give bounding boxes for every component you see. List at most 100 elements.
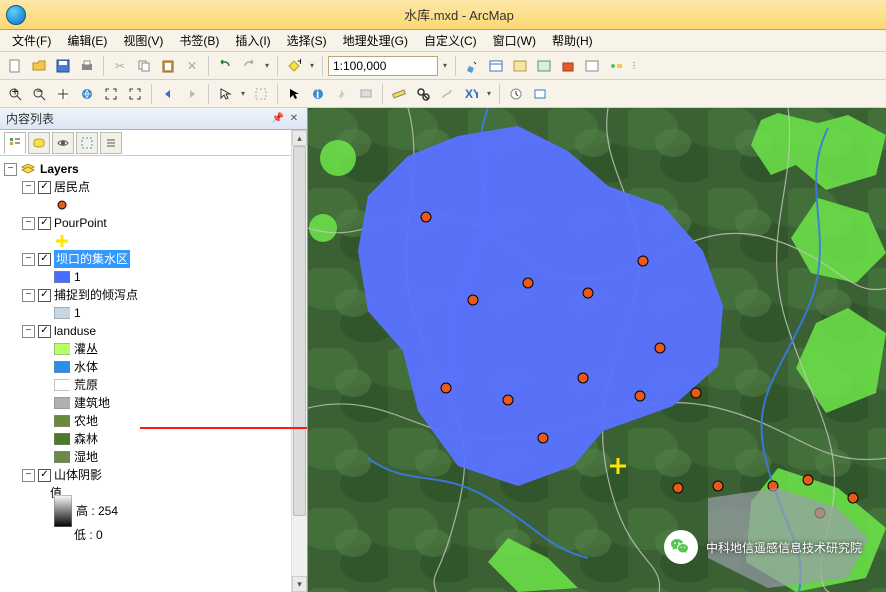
layer-label-selected: 坝口的集水区 [54, 250, 130, 268]
full-extent-button[interactable] [76, 83, 98, 105]
close-panel-icon[interactable]: ✕ [287, 112, 301, 126]
layer-checkbox[interactable] [38, 253, 51, 266]
layer-row-watershed[interactable]: − 坝口的集水区 [2, 250, 305, 268]
cut-button[interactable]: ✂ [109, 55, 131, 77]
collapse-icon[interactable]: − [22, 289, 35, 302]
catalog-button[interactable] [509, 55, 531, 77]
standard-toolbar: ✂ ✕ ▾ + ▾ ▾ ⋮ [0, 52, 886, 80]
title-bar: 水库.mxd - ArcMap [0, 0, 886, 30]
hyperlink-button[interactable] [331, 83, 353, 105]
layer-checkbox[interactable] [38, 289, 51, 302]
collapse-icon[interactable]: − [22, 469, 35, 482]
new-doc-button[interactable] [4, 55, 26, 77]
menu-window[interactable]: 窗口(W) [485, 32, 544, 49]
window-title: 水库.mxd - ArcMap [32, 5, 886, 24]
find-button[interactable] [412, 83, 434, 105]
layer-checkbox[interactable] [38, 181, 51, 194]
scroll-thumb[interactable] [293, 146, 306, 516]
html-popup-button[interactable] [355, 83, 377, 105]
layer-label: 居民点 [54, 178, 90, 196]
layer-checkbox[interactable] [38, 469, 51, 482]
layer-row-settlements[interactable]: − 居民点 [2, 178, 305, 196]
toc-title: 内容列表 [6, 110, 54, 127]
layer-checkbox[interactable] [38, 325, 51, 338]
layer-label: landuse [54, 322, 96, 340]
open-button[interactable] [28, 55, 50, 77]
list-by-selection[interactable] [76, 132, 98, 154]
fixed-zoom-out-button[interactable] [124, 83, 146, 105]
class-label: 荒原 [74, 376, 98, 394]
search-window-button[interactable] [533, 55, 555, 77]
xy-dropdown[interactable]: ▾ [484, 83, 494, 105]
wechat-icon [664, 530, 698, 564]
scale-input[interactable] [328, 56, 438, 76]
undo-button[interactable] [214, 55, 236, 77]
pin-icon[interactable]: 📌 [271, 112, 285, 126]
collapse-icon[interactable]: − [22, 253, 35, 266]
arc-toolbox-button[interactable] [557, 55, 579, 77]
options-button[interactable] [100, 132, 122, 154]
collapse-icon[interactable]: − [22, 181, 35, 194]
layer-checkbox[interactable] [38, 217, 51, 230]
menu-geoprocessing[interactable]: 地理处理(G) [335, 32, 416, 49]
model-builder-button[interactable] [605, 55, 627, 77]
collapse-icon[interactable]: − [4, 163, 17, 176]
layer-row-hillshade[interactable]: − 山体阴影 [2, 466, 305, 484]
python-window-button[interactable] [581, 55, 603, 77]
scroll-up-icon[interactable]: ▴ [292, 130, 307, 146]
add-data-dropdown[interactable]: ▾ [307, 55, 317, 77]
delete-button[interactable]: ✕ [181, 55, 203, 77]
collapse-icon[interactable]: − [22, 325, 35, 338]
menu-view[interactable]: 视图(V) [115, 32, 171, 49]
zoom-in-button[interactable]: + [4, 83, 26, 105]
redo-button[interactable] [238, 55, 260, 77]
toc-scrollbar[interactable]: ▴ ▾ [291, 130, 307, 592]
pan-button[interactable] [52, 83, 74, 105]
collapse-icon[interactable]: − [22, 217, 35, 230]
undo-dropdown[interactable]: ▾ [262, 55, 272, 77]
layer-row-snap-pour[interactable]: − 捕捉到的倾泻点 [2, 286, 305, 304]
scroll-down-icon[interactable]: ▾ [292, 576, 307, 592]
create-viewer-button[interactable] [529, 83, 551, 105]
toc-panel: 内容列表 📌 ✕ − Layers − 居民点 [0, 108, 308, 592]
table-of-contents-button[interactable] [485, 55, 507, 77]
layer-row-pourpoint[interactable]: − PourPoint [2, 214, 305, 232]
add-data-button[interactable]: + [283, 55, 305, 77]
menu-edit[interactable]: 编辑(E) [59, 32, 115, 49]
fixed-zoom-in-button[interactable] [100, 83, 122, 105]
toolbar-handle[interactable]: ⋮ [629, 55, 639, 77]
menu-insert[interactable]: 插入(I) [227, 32, 278, 49]
menu-file[interactable]: 文件(F) [4, 32, 59, 49]
editor-toolbar-button[interactable] [461, 55, 483, 77]
svg-text:+: + [12, 87, 19, 99]
forward-extent-button[interactable] [181, 83, 203, 105]
menu-customize[interactable]: 自定义(C) [416, 32, 485, 49]
copy-button[interactable] [133, 55, 155, 77]
select-features-button[interactable] [214, 83, 236, 105]
identify-button[interactable]: i [307, 83, 329, 105]
list-by-source[interactable] [28, 132, 50, 154]
menu-help[interactable]: 帮助(H) [544, 32, 601, 49]
zoom-out-button[interactable]: − [28, 83, 50, 105]
tree-row-layers[interactable]: − Layers [2, 160, 305, 178]
list-by-drawing-order[interactable] [4, 132, 26, 154]
time-slider-button[interactable] [505, 83, 527, 105]
menu-bookmarks[interactable]: 书签(B) [171, 32, 227, 49]
layer-row-landuse[interactable]: − landuse [2, 322, 305, 340]
menu-selection[interactable]: 选择(S) [279, 32, 335, 49]
goto-xy-button[interactable]: XY [460, 83, 482, 105]
save-button[interactable] [52, 55, 74, 77]
back-extent-button[interactable] [157, 83, 179, 105]
menu-bar: 文件(F) 编辑(E) 视图(V) 书签(B) 插入(I) 选择(S) 地理处理… [0, 30, 886, 52]
watermark-text: 中科地信遥感信息技术研究院 [706, 539, 862, 556]
paste-button[interactable] [157, 55, 179, 77]
scale-dropdown[interactable]: ▾ [440, 55, 450, 77]
print-button[interactable] [76, 55, 98, 77]
clear-selection-button[interactable] [250, 83, 272, 105]
map-view[interactable]: 中科地信遥感信息技术研究院 [308, 108, 886, 592]
select-elements-button[interactable] [283, 83, 305, 105]
find-route-button[interactable] [436, 83, 458, 105]
list-by-visibility[interactable] [52, 132, 74, 154]
select-dropdown[interactable]: ▾ [238, 83, 248, 105]
measure-button[interactable] [388, 83, 410, 105]
